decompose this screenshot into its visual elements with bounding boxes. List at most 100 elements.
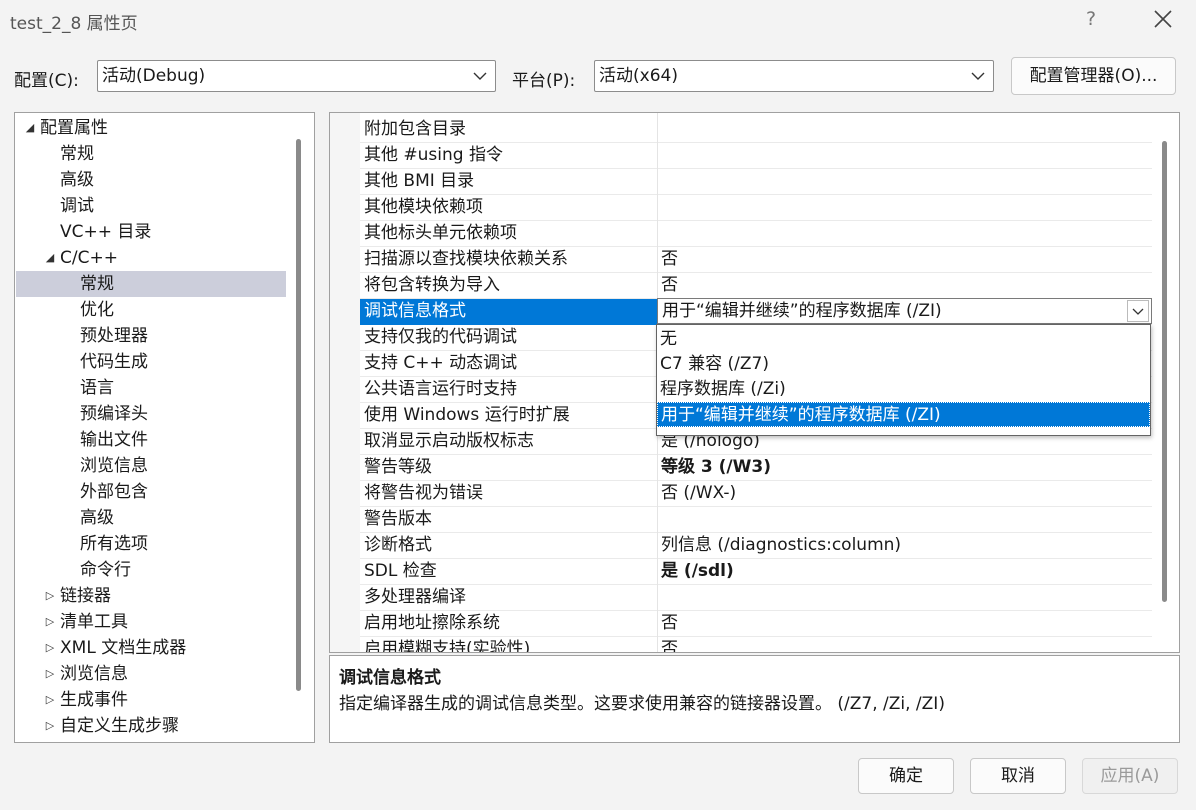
tree-item[interactable]: 代码生成	[16, 349, 286, 375]
property-row[interactable]: 启用模糊支持(实验性) 否	[360, 637, 1152, 653]
cancel-button[interactable]: 取消	[970, 758, 1066, 794]
property-name: 多处理器编译	[364, 587, 466, 607]
close-button[interactable]	[1146, 2, 1180, 36]
property-row[interactable]: 将警告视为错误 否 (/WX-)	[360, 481, 1152, 507]
tree-item-label: 浏览信息	[60, 664, 128, 684]
expand-icon[interactable]: ▷	[44, 609, 56, 635]
tree-item[interactable]: 语言	[16, 375, 286, 401]
tree-item[interactable]: ▷ 生成事件	[16, 687, 286, 713]
dropdown-option[interactable]: C7 兼容 (/Z7)	[657, 352, 1150, 377]
combo-dropdown-button[interactable]	[1127, 300, 1149, 322]
config-label: 配置(C):	[14, 71, 79, 91]
tree-item-label: 清单工具	[60, 612, 128, 632]
dropdown-option[interactable]: 无	[657, 327, 1150, 352]
tree-item[interactable]: 预处理器	[16, 323, 286, 349]
property-name: 将警告视为错误	[364, 483, 483, 503]
property-value: 否	[661, 613, 678, 633]
tree-item[interactable]: 常规	[16, 271, 286, 297]
tree-item-label: 命令行	[80, 560, 131, 580]
tree-item[interactable]: 外部包含	[16, 479, 286, 505]
tree-item[interactable]: 所有选项	[16, 531, 286, 557]
tree-item[interactable]: ◢ 配置属性	[16, 115, 286, 141]
tree-scrollbar[interactable]	[296, 139, 301, 691]
tree-item[interactable]: 常规	[16, 141, 286, 167]
property-row[interactable]: 启用地址擦除系统 否	[360, 611, 1152, 637]
tree-item-label: 语言	[80, 378, 114, 398]
tree-item[interactable]: ▷ XML 文档生成器	[16, 635, 286, 661]
tree-item[interactable]: VC++ 目录	[16, 219, 286, 245]
tree-item-label: 高级	[60, 170, 94, 190]
property-value: 否	[661, 639, 678, 653]
tree-item-label: 自定义生成步骤	[60, 716, 179, 736]
ok-button[interactable]: 确定	[858, 758, 954, 794]
property-name: 警告等级	[364, 457, 432, 477]
property-row[interactable]: 诊断格式 列信息 (/diagnostics:column)	[360, 533, 1152, 559]
tree-item-label: 预处理器	[80, 326, 148, 346]
tree-item-label: 常规	[80, 274, 114, 294]
collapse-icon[interactable]: ◢	[44, 245, 56, 271]
tree-item[interactable]: ▷ 链接器	[16, 583, 286, 609]
tree-item[interactable]: ▷ 清单工具	[16, 609, 286, 635]
tree-item[interactable]: 优化	[16, 297, 286, 323]
property-value: 否 (/WX-)	[661, 483, 737, 503]
property-row[interactable]: 其他 BMI 目录	[360, 169, 1152, 195]
tree-item[interactable]: 高级	[16, 167, 286, 193]
expand-icon[interactable]: ▷	[44, 583, 56, 609]
tree-item[interactable]: 调试	[16, 193, 286, 219]
property-name: SDL 检查	[364, 561, 437, 581]
property-name: 启用模糊支持(实验性)	[364, 639, 531, 653]
property-row[interactable]: 警告版本	[360, 507, 1152, 533]
tree-item-label: 高级	[80, 508, 114, 528]
property-name: 启用地址擦除系统	[364, 613, 500, 633]
tree-item[interactable]: 输出文件	[16, 427, 286, 453]
tree-item-label: 代码生成	[80, 352, 148, 372]
expand-icon[interactable]: ▷	[44, 635, 56, 661]
tree-item-label: XML 文档生成器	[60, 638, 187, 658]
property-row[interactable]: 将包含转换为导入 否	[360, 273, 1152, 299]
help-button[interactable]: ?	[1074, 2, 1108, 36]
expand-icon[interactable]: ▷	[44, 713, 56, 739]
property-row[interactable]: 多处理器编译	[360, 585, 1152, 611]
expand-icon[interactable]: ▷	[44, 687, 56, 713]
tree-item[interactable]: 命令行	[16, 557, 286, 583]
tree-item[interactable]: ◢ C/C++	[16, 245, 286, 271]
property-row[interactable]: 警告等级 等级 3 (/W3)	[360, 455, 1152, 481]
tree-item-label: 调试	[60, 196, 94, 216]
collapse-icon[interactable]: ◢	[24, 115, 36, 141]
property-name: 支持仅我的代码调试	[364, 327, 517, 347]
property-value: 是 (/sdl)	[661, 561, 734, 581]
property-value: 否	[661, 275, 678, 295]
debug-format-value: 用于“编辑并继续”的程序数据库 (/ZI)	[662, 301, 942, 321]
debug-format-combo[interactable]: 用于“编辑并继续”的程序数据库 (/ZI)	[657, 298, 1152, 324]
description-text: 指定编译器生成的调试信息类型。这要求使用兼容的链接器设置。 (/Z7, /Zi,…	[339, 694, 945, 714]
dropdown-option[interactable]: 用于“编辑并继续”的程序数据库 (/ZI)	[657, 402, 1150, 427]
tree-item[interactable]: 浏览信息	[16, 453, 286, 479]
property-value: 列信息 (/diagnostics:column)	[661, 535, 902, 555]
property-row[interactable]: 扫描源以查找模块依赖关系 否	[360, 247, 1152, 273]
property-name: 扫描源以查找模块依赖关系	[364, 249, 568, 269]
property-name: 附加包含目录	[364, 119, 466, 139]
tree-item[interactable]: ▷ 浏览信息	[16, 661, 286, 687]
property-row[interactable]: 其他模块依赖项	[360, 195, 1152, 221]
dropdown-option[interactable]: 程序数据库 (/Zi)	[657, 377, 1150, 402]
config-manager-button[interactable]: 配置管理器(O)...	[1011, 57, 1176, 95]
platform-value: 活动(x64)	[599, 66, 678, 86]
apply-button[interactable]: 应用(A)	[1082, 758, 1178, 794]
chevron-down-icon	[473, 72, 487, 80]
property-name: 诊断格式	[364, 535, 432, 555]
grid-scrollbar[interactable]	[1162, 141, 1167, 602]
tree-item[interactable]: ▷ 自定义生成步骤	[16, 713, 286, 739]
property-row[interactable]: 其他 #using 指令	[360, 143, 1152, 169]
property-name: 警告版本	[364, 509, 432, 529]
property-row[interactable]: SDL 检查 是 (/sdl)	[360, 559, 1152, 585]
property-name: 支持 C++ 动态调试	[364, 353, 518, 373]
property-row[interactable]: 其他标头单元依赖项	[360, 221, 1152, 247]
chevron-down-icon	[1132, 308, 1144, 315]
tree-item[interactable]: 高级	[16, 505, 286, 531]
property-name: 其他标头单元依赖项	[364, 223, 517, 243]
platform-select[interactable]: 活动(x64)	[594, 60, 994, 92]
config-select[interactable]: 活动(Debug)	[97, 60, 496, 92]
tree-item[interactable]: 预编译头	[16, 401, 286, 427]
expand-icon[interactable]: ▷	[44, 661, 56, 687]
property-row[interactable]: 附加包含目录	[360, 117, 1152, 143]
